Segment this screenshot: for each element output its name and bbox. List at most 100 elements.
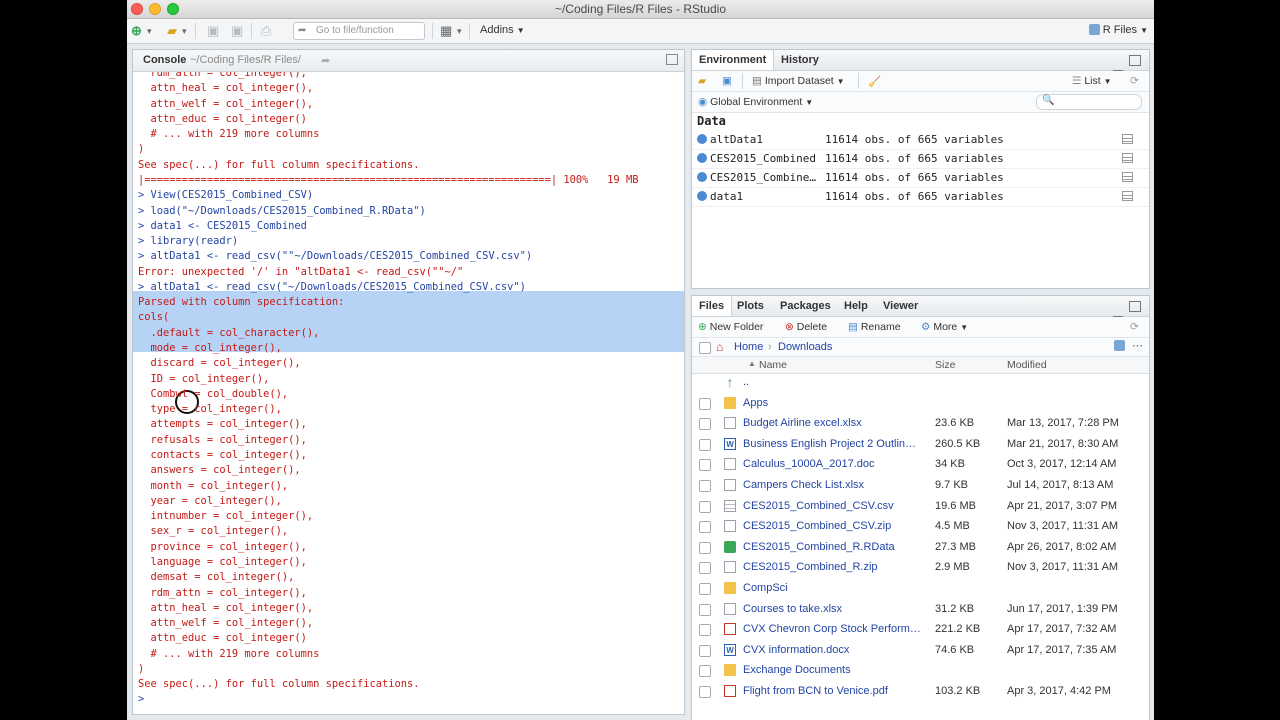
console-tab[interactable]: Console (143, 54, 186, 66)
file-checkbox[interactable] (699, 459, 711, 472)
save-all-icon[interactable]: ▣ (231, 23, 243, 39)
file-name[interactable]: Exchange Documents (743, 660, 931, 680)
file-name[interactable]: Apps (743, 393, 931, 413)
maximize-icon[interactable] (666, 54, 678, 65)
file-name[interactable]: Courses to take.xlsx (743, 599, 931, 619)
file-name[interactable]: Business English Project 2 Outlin… (743, 434, 931, 454)
file-name[interactable]: CES2015_Combined_R.zip (743, 557, 931, 577)
file-row[interactable]: CES2015_Combined_CSV.csv 19.6 MB Apr 21, 2… (692, 496, 1149, 517)
tab-help[interactable]: Help (837, 296, 875, 316)
save-icon[interactable]: ▣ (207, 23, 219, 39)
file-checkbox[interactable] (699, 644, 711, 657)
file-name[interactable]: Budget Airline excel.xlsx (743, 413, 931, 433)
home-icon[interactable]: ⌂ (716, 340, 723, 354)
import-dataset-button[interactable]: ▤ Import Dataset ▼ (752, 75, 845, 87)
new-folder-button[interactable]: ⊕ New Folder (698, 321, 763, 333)
file-row[interactable]: Apps (692, 393, 1149, 414)
broom-icon[interactable]: 🧹 (868, 75, 881, 88)
rename-button[interactable]: ▤ Rename (848, 321, 901, 333)
tab-packages[interactable]: Packages (773, 296, 838, 316)
file-name[interactable]: CVX information.docx (743, 640, 931, 660)
expand-icon[interactable] (697, 191, 707, 201)
select-all-checkbox[interactable] (699, 342, 711, 354)
delete-button[interactable]: ⊗ Delete (785, 321, 827, 333)
file-name[interactable]: Flight from BCN to Venice.pdf (743, 681, 931, 701)
file-name[interactable]: Campers Check List.xlsx (743, 475, 931, 495)
refresh-icon[interactable]: ⟳ (1130, 321, 1139, 333)
file-checkbox[interactable] (699, 686, 711, 698)
new-file-icon[interactable]: ⊕ (131, 23, 142, 39)
file-row[interactable]: Budget Airline excel.xlsx 23.6 KB Mar 13, … (692, 413, 1149, 434)
file-row[interactable]: CES2015_Combined_CSV.zip 4.5 MB Nov 3, 201… (692, 516, 1149, 537)
file-row[interactable]: W Business English Project 2 Outlin… 260.5… (692, 434, 1149, 455)
file-name[interactable]: CES2015_Combined_CSV.zip (743, 516, 931, 536)
file-checkbox[interactable] (699, 562, 711, 575)
file-row[interactable]: Flight from BCN to Venice.pdf 103.2 KB Apr… (692, 681, 1149, 702)
grid-layout-icon[interactable]: ▦ (440, 23, 452, 39)
goto-file-input[interactable]: ➦ Go to file/function (293, 22, 425, 40)
expand-icon[interactable] (697, 153, 707, 163)
file-checkbox[interactable] (699, 438, 711, 451)
maximize-icon[interactable] (1129, 55, 1141, 66)
file-row[interactable]: W CVX information.docx 74.6 KB Apr 17, 2017… (692, 640, 1149, 661)
column-size[interactable]: Size (935, 359, 955, 371)
file-checkbox[interactable] (699, 624, 711, 637)
save-workspace-icon[interactable]: ▣ (722, 75, 732, 87)
file-checkbox[interactable] (699, 521, 711, 534)
file-checkbox[interactable] (699, 500, 711, 513)
dropdown-icon[interactable]: ▾ (457, 23, 462, 39)
file-row[interactable]: Campers Check List.xlsx 9.7 KB Jul 14, 201… (692, 475, 1149, 496)
view-data-icon[interactable] (1122, 153, 1133, 163)
load-workspace-icon[interactable]: ▰ (698, 75, 706, 87)
tab-plots[interactable]: Plots (730, 296, 771, 316)
more-menu[interactable]: ⚙ More ▼ (921, 321, 968, 333)
file-row[interactable]: CES2015_Combined_R.RData 27.3 MB Apr 26, 2… (692, 537, 1149, 558)
file-checkbox[interactable] (699, 603, 711, 616)
refresh-icon[interactable]: ⟳ (1130, 75, 1139, 87)
file-row[interactable]: Courses to take.xlsx 31.2 KB Jun 17, 2017,… (692, 599, 1149, 620)
file-row[interactable]: ↑.. (692, 372, 1149, 393)
file-checkbox[interactable] (699, 541, 711, 554)
more-options-icon[interactable]: ⋯ (1132, 339, 1143, 352)
tab-history[interactable]: History (774, 50, 826, 70)
scope-menu[interactable]: ◉ Global Environment ▼ (698, 96, 813, 108)
environment-row[interactable]: data1 11614 obs. of 665 variables (692, 187, 1149, 207)
project-dir-icon[interactable] (1114, 340, 1125, 351)
view-data-icon[interactable] (1122, 191, 1133, 201)
file-checkbox[interactable] (699, 418, 711, 431)
project-menu[interactable]: R Files ▼ (1088, 24, 1148, 36)
goto-dir-icon[interactable]: ➦ (321, 54, 330, 67)
view-data-icon[interactable] (1122, 134, 1133, 144)
expand-icon[interactable] (697, 172, 707, 182)
tab-files[interactable]: Files (692, 296, 733, 316)
dropdown-icon[interactable]: ▾ (182, 23, 187, 39)
dropdown-icon[interactable]: ▾ (147, 23, 152, 39)
file-name[interactable]: CES2015_Combined_CSV.csv (743, 496, 931, 516)
breadcrumb-downloads[interactable]: Downloads (778, 341, 832, 353)
file-row[interactable]: Exchange Documents (692, 660, 1149, 681)
file-name[interactable]: .. (743, 372, 931, 392)
expand-icon[interactable] (697, 134, 707, 144)
maximize-icon[interactable] (1129, 301, 1141, 312)
file-checkbox[interactable] (699, 397, 711, 410)
file-checkbox[interactable] (699, 583, 711, 595)
file-name[interactable]: CompSci (743, 578, 931, 598)
file-row[interactable]: CompSci (692, 578, 1149, 599)
console-output[interactable]: rdm_attn = col_integer(), attn_heal = co… (133, 72, 684, 714)
tab-environment[interactable]: Environment (692, 50, 775, 70)
addins-menu[interactable]: Addins ▼ (480, 24, 525, 36)
file-name[interactable]: CES2015_Combined_R.RData (743, 537, 931, 557)
open-project-icon[interactable]: ▰ (167, 23, 177, 39)
view-mode-menu[interactable]: ☰ List ▼ (1072, 75, 1112, 87)
column-name[interactable]: Name (759, 359, 787, 371)
print-icon[interactable]: ⎙ (261, 23, 271, 39)
environment-row[interactable]: CES2015_Combined… 11614 obs. of 665 varia… (692, 168, 1149, 188)
environment-search-input[interactable]: 🔍 (1036, 94, 1142, 110)
tab-viewer[interactable]: Viewer (876, 296, 925, 316)
file-row[interactable]: Calculus_1000A_2017.doc 34 KB Oct 3, 2017,… (692, 454, 1149, 475)
breadcrumb-home[interactable]: Home (734, 341, 763, 353)
file-row[interactable]: CES2015_Combined_R.zip 2.9 MB Nov 3, 2017,… (692, 557, 1149, 578)
environment-row[interactable]: CES2015_Combined 11614 obs. of 665 variab… (692, 149, 1149, 169)
file-name[interactable]: CVX Chevron Corp Stock Perform… (743, 619, 931, 639)
file-name[interactable]: Calculus_1000A_2017.doc (743, 454, 931, 474)
